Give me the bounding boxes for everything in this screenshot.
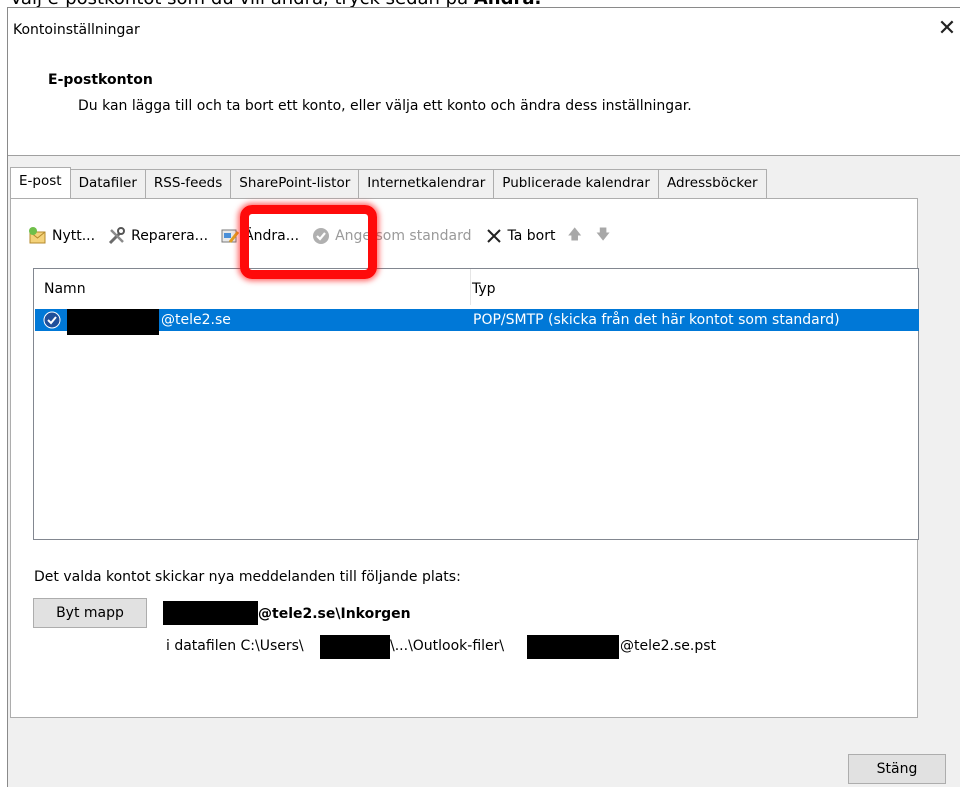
tab-address-books[interactable]: Adressböcker xyxy=(657,169,767,198)
column-separator xyxy=(470,269,471,305)
new-account-label: Nytt... xyxy=(52,228,96,244)
tab-data-files[interactable]: Datafiler xyxy=(69,169,146,198)
tab-rss-feeds[interactable]: RSS-feeds xyxy=(144,169,232,198)
repair-tools-icon xyxy=(109,227,126,245)
new-mail-icon xyxy=(29,227,46,244)
new-account-button[interactable]: Nytt... xyxy=(28,226,95,246)
repair-label: Reparera... xyxy=(131,228,209,244)
account-list[interactable]: Namn Typ @tele2.se POP/SMTP (skicka från… xyxy=(33,268,919,540)
section-title: E-postkonton xyxy=(48,72,153,88)
default-account-icon xyxy=(43,311,61,329)
close-button[interactable]: Stäng xyxy=(848,754,946,784)
change-account-icon xyxy=(221,229,240,243)
file-path-middle: \...\Outlook-filer\ xyxy=(390,638,505,654)
redacted-file-owner xyxy=(527,635,619,659)
remove-button[interactable]: Ta bort xyxy=(484,226,556,246)
delivery-label: Det valda kontot skickar nya meddelanden… xyxy=(34,569,461,585)
close-icon xyxy=(486,229,501,243)
window-title: Kontoinställningar xyxy=(13,22,140,38)
file-path-prefix: i datafilen C:\Users\ xyxy=(166,638,304,654)
delivery-folder: @tele2.se\Inkorgen xyxy=(258,606,411,622)
table-row[interactable]: @tele2.se POP/SMTP (skicka från det här … xyxy=(35,309,919,335)
arrow-up-icon[interactable]: 🡅 xyxy=(567,224,581,248)
dialog-header: Kontoinställningar ✕ E-postkonton Du kan… xyxy=(8,8,960,156)
redacted-folder-owner xyxy=(163,601,258,625)
file-path-suffix: @tele2.se.pst xyxy=(620,638,716,654)
close-icon[interactable]: ✕ xyxy=(936,18,958,40)
column-name[interactable]: Namn xyxy=(44,281,86,297)
arrow-down-icon[interactable]: 🡇 xyxy=(596,224,610,248)
repair-button[interactable]: Reparera... xyxy=(107,226,208,246)
tab-sharepoint-lists[interactable]: SharePoint-listor xyxy=(230,169,360,198)
account-type: POP/SMTP (skicka från det här kontot som… xyxy=(473,312,840,328)
tab-email[interactable]: E-post xyxy=(10,167,71,198)
highlight-frame xyxy=(240,205,377,279)
settings-tabs: E-post Datafiler RSS-feeds SharePoint-li… xyxy=(10,167,767,198)
remove-label: Ta bort xyxy=(507,228,556,244)
tab-published-calendars[interactable]: Publicerade kalendrar xyxy=(493,169,659,198)
tab-internet-calendars[interactable]: Internetkalendrar xyxy=(358,169,495,198)
redacted-name xyxy=(67,309,159,335)
section-description: Du kan lägga till och ta bort ett konto,… xyxy=(78,98,692,114)
account-address: @tele2.se xyxy=(161,312,231,328)
column-type[interactable]: Typ xyxy=(472,281,496,297)
change-folder-button[interactable]: Byt mapp xyxy=(33,598,147,628)
redacted-user xyxy=(320,635,390,659)
list-header: Namn Typ xyxy=(34,269,918,305)
